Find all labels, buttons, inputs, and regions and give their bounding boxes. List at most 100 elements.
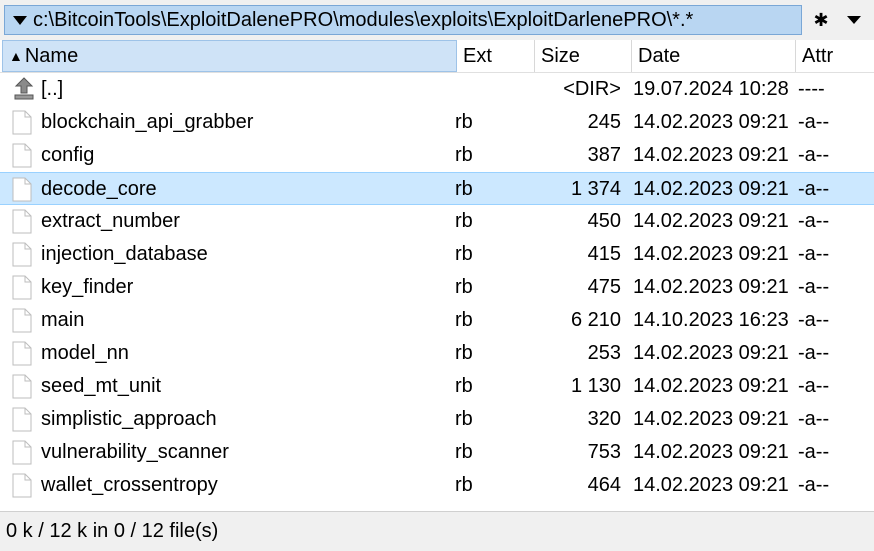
file-attr: ----: [798, 78, 825, 100]
file-size: 464: [587, 474, 621, 496]
file-ext: rb: [455, 178, 473, 200]
file-row[interactable]: injection_database rb 415 14.02.2023 09:21-…: [0, 238, 874, 271]
file-size: 245: [587, 111, 621, 133]
file-date: 14.02.2023 09:21: [633, 276, 789, 298]
file-row[interactable]: seed_mt_unit rb 1 130 14.02.2023 09:21 -a--: [0, 370, 874, 403]
file-ext: rb: [455, 408, 473, 430]
file-name: wallet_crossentropy: [41, 474, 218, 496]
file-row[interactable]: config rb 387 14.02.2023 09:21 -a--: [0, 139, 874, 172]
file-icon: [12, 177, 32, 202]
file-row[interactable]: [..] <DIR> 19.07.2024 10:28 ----: [0, 73, 874, 106]
file-icon: [12, 407, 32, 432]
file-size: 450: [587, 210, 621, 232]
file-icon: [12, 473, 32, 498]
file-attr: -a--: [798, 210, 830, 232]
file-ext: rb: [455, 342, 473, 364]
file-icon: [12, 110, 32, 135]
file-date: 14.02.2023 09:21: [633, 474, 789, 496]
file-row[interactable]: key_finder rb 475 14.02.2023 09:21 -a--: [0, 271, 874, 304]
file-row[interactable]: extract_number rb 450 14.02.2023 09:21 -a--: [0, 205, 874, 238]
file-ext: rb: [455, 144, 473, 166]
file-attr: -a--: [798, 474, 830, 496]
file-icon: [12, 440, 32, 465]
file-size: <DIR>: [563, 78, 621, 100]
file-row[interactable]: blockchain_api_grabber rb 245 14.02.2023 09…: [0, 106, 874, 139]
column-date-header[interactable]: Date: [632, 40, 796, 72]
file-date: 14.02.2023 09:21: [633, 342, 789, 364]
file-name: simplistic_approach: [41, 408, 217, 430]
column-name-label: Name: [24, 44, 79, 67]
file-size: 1 374: [570, 178, 621, 200]
file-attr: -a--: [798, 375, 830, 397]
chevron-down-icon: [847, 16, 861, 24]
file-row[interactable]: main rb 6 210 14.10.2023 16:23 -a--: [0, 304, 874, 337]
file-icon: [12, 341, 32, 366]
favorites-button[interactable]: ✱: [806, 5, 836, 35]
column-size-header[interactable]: Size: [535, 40, 632, 72]
file-ext: rb: [455, 375, 473, 397]
column-attr-header[interactable]: Attr: [796, 40, 874, 72]
file-row[interactable]: decode_core rb 1 374 14.02.2023 09:21 -a--: [0, 172, 874, 205]
file-date: 14.02.2023 09:21: [633, 144, 789, 166]
file-name: seed_mt_unit: [41, 375, 162, 397]
file-size: 1 130: [570, 375, 621, 397]
file-icon: [12, 242, 32, 267]
current-path[interactable]: c:\BitcoinTools\ExploitDalenePRO\modules…: [33, 9, 693, 32]
history-button[interactable]: [840, 5, 868, 35]
file-attr: -a--: [798, 408, 830, 430]
file-size: 415: [587, 243, 621, 265]
file-row[interactable]: model_nn rb 253 14.02.2023 09:21 -a--: [0, 337, 874, 370]
file-size: 6 210: [570, 309, 621, 331]
column-ext-header[interactable]: Ext: [457, 40, 535, 72]
column-header: ▲ Name Ext Size Date Attr: [0, 40, 874, 73]
file-row[interactable]: wallet_crossentropy rb 464 14.02.2023 09:21…: [0, 469, 874, 502]
file-ext: rb: [455, 210, 473, 232]
file-name: decode_core: [41, 178, 157, 200]
file-ext: rb: [455, 111, 473, 133]
history-dropdown-icon[interactable]: [13, 15, 27, 25]
file-date: 14.02.2023 09:21: [633, 210, 789, 232]
file-attr: -a--: [798, 276, 830, 298]
file-ext: rb: [455, 309, 473, 331]
file-attr: -a--: [798, 243, 830, 265]
up-folder-icon: [12, 77, 34, 102]
file-row[interactable]: vulnerability_scanner rb 753 14.02.2023 09:…: [0, 436, 874, 469]
file-row[interactable]: simplistic_approach rb 320 14.02.2023 09:21…: [0, 403, 874, 436]
file-name: config: [41, 144, 95, 166]
file-name: model_nn: [41, 342, 129, 364]
file-size: 253: [587, 342, 621, 364]
file-icon: [12, 143, 32, 168]
file-name: [..]: [41, 78, 64, 100]
file-name: injection_database: [41, 243, 208, 265]
file-attr: -a--: [798, 342, 830, 364]
file-ext: rb: [455, 441, 473, 463]
status-bar: 0 k / 12 k in 0 / 12 file(s): [0, 511, 874, 551]
path-box[interactable]: c:\BitcoinTools\ExploitDalenePRO\modules…: [4, 5, 802, 35]
path-bar: c:\BitcoinTools\ExploitDalenePRO\modules…: [0, 0, 874, 40]
file-attr: -a--: [798, 178, 830, 200]
file-attr: -a--: [798, 309, 830, 331]
file-size: 320: [587, 408, 621, 430]
file-date: 14.02.2023 09:21: [633, 243, 789, 265]
file-size: 387: [587, 144, 621, 166]
file-size: 753: [587, 441, 621, 463]
file-date: 14.02.2023 09:21: [633, 178, 789, 200]
file-name: blockchain_api_grabber: [41, 111, 254, 133]
sort-ascending-icon: ▲: [9, 48, 23, 64]
file-ext: rb: [455, 243, 473, 265]
column-name-header[interactable]: ▲ Name: [2, 40, 457, 72]
file-ext: rb: [455, 474, 473, 496]
file-attr: -a--: [798, 111, 830, 133]
file-date: 14.10.2023 16:23: [633, 309, 789, 331]
file-name: key_finder: [41, 276, 134, 298]
file-date: 14.02.2023 09:21: [633, 408, 789, 430]
file-size: 475: [587, 276, 621, 298]
file-date: 14.02.2023 09:21: [633, 441, 789, 463]
file-date: 14.02.2023 09:21: [633, 111, 789, 133]
file-icon: [12, 209, 32, 234]
file-icon: [12, 275, 32, 300]
file-name: main: [41, 309, 85, 331]
file-attr: -a--: [798, 144, 830, 166]
file-ext: rb: [455, 276, 473, 298]
file-attr: -a--: [798, 441, 830, 463]
